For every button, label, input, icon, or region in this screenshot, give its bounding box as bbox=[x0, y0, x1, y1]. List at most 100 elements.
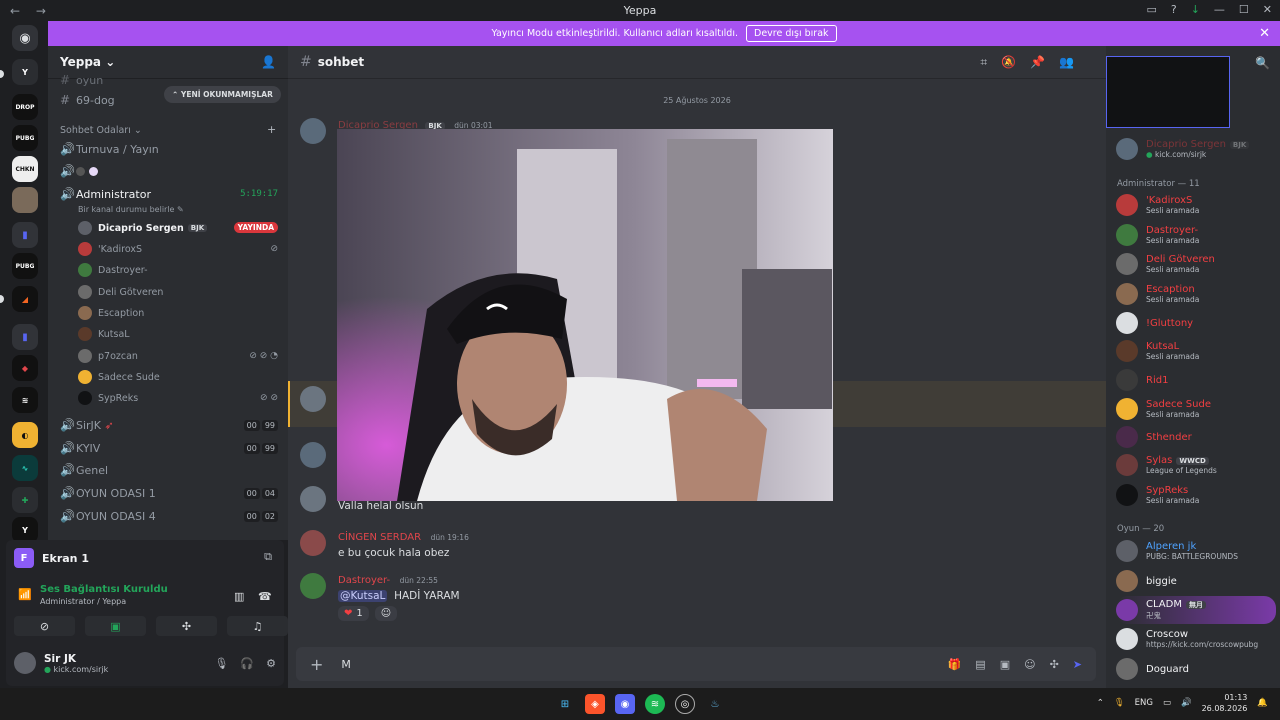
volume-icon[interactable]: 🔊 bbox=[1181, 698, 1192, 708]
soundboard-button[interactable]: ♫ bbox=[227, 616, 288, 636]
activities-button[interactable]: ✣ bbox=[156, 616, 217, 636]
mic-tray-icon[interactable]: 🎙 bbox=[1114, 698, 1125, 708]
member-item[interactable]: 'KadiroxS Sesli aramada bbox=[1116, 194, 1276, 216]
stream-preview[interactable] bbox=[1106, 56, 1230, 128]
server-pubg-icon[interactable]: PUBG bbox=[12, 253, 38, 279]
gift-icon[interactable]: 🎁 bbox=[948, 658, 962, 671]
message[interactable]: Valla helal olsun bbox=[300, 486, 423, 512]
message[interactable]: CİNGEN SERDAR dün 19:16 e bu çocuk hala … bbox=[300, 530, 469, 559]
member-item[interactable]: Deli Götveren Sesli aramada bbox=[1116, 253, 1276, 275]
discord-icon[interactable]: ◉ bbox=[615, 694, 635, 714]
sticker-icon[interactable]: ▣ bbox=[1000, 658, 1010, 671]
close-icon[interactable]: ✕ bbox=[1263, 3, 1272, 16]
channel-unnamed[interactable]: 🔊 bbox=[60, 161, 278, 181]
member-item[interactable]: KutsaL Sesli aramada bbox=[1116, 340, 1276, 362]
add-channel-icon[interactable]: + bbox=[267, 123, 276, 136]
screen-share-button[interactable]: ▣ bbox=[85, 616, 146, 636]
message-input[interactable]: M bbox=[341, 658, 351, 671]
member-item[interactable]: biggie bbox=[1116, 570, 1276, 592]
disable-button[interactable]: Devre dışı bırak bbox=[746, 25, 837, 42]
reaction-heart[interactable]: ❤ 1 bbox=[338, 606, 369, 621]
add-friend-icon[interactable]: 👤 bbox=[261, 55, 276, 69]
member-item[interactable]: Dicaprio Sergen BJK ● kick.com/sirjk bbox=[1116, 138, 1276, 160]
server-yeppa-icon[interactable]: Y bbox=[12, 59, 38, 85]
apps-icon[interactable]: ✣ bbox=[1050, 658, 1059, 671]
voice-user[interactable]: Sadece Sude bbox=[78, 367, 278, 387]
member-item[interactable]: Alperen jk PUBG: BATTLEGROUNDS bbox=[1116, 540, 1276, 562]
server-dropspots-icon[interactable]: DROP bbox=[12, 94, 38, 120]
server-teal-icon[interactable]: ∿ bbox=[12, 455, 38, 481]
obs-icon[interactable]: ◎ bbox=[675, 694, 695, 714]
channel-genel[interactable]: 🔊 Genel bbox=[60, 460, 278, 480]
tray-chevron-icon[interactable]: ⌃ bbox=[1097, 698, 1104, 708]
banner-close-icon[interactable]: ✕ bbox=[1259, 26, 1270, 41]
voice-user[interactable]: KutsaL bbox=[78, 324, 278, 344]
server-arrow-icon[interactable]: ◢ bbox=[12, 286, 38, 312]
channel-kyiv[interactable]: 🔊 KYIV 00 99 bbox=[60, 438, 278, 458]
home-icon[interactable]: ◉ bbox=[12, 25, 38, 51]
add-attachment-icon[interactable]: + bbox=[310, 655, 323, 674]
voice-user[interactable]: 'KadiroxS ⊘ bbox=[78, 239, 278, 259]
members-icon[interactable]: 👥 bbox=[1059, 55, 1074, 70]
channel-turnuva[interactable]: 🔊 Turnuva / Yayın bbox=[60, 139, 278, 159]
download-icon[interactable]: ↓ bbox=[1191, 3, 1200, 16]
emoji-icon[interactable]: ☺ bbox=[1024, 658, 1035, 671]
channel-oyun-odasi-1[interactable]: 🔊 OYUN ODASI 1 00 04 bbox=[60, 483, 278, 503]
voice-user[interactable]: Dastroyer- bbox=[78, 260, 278, 280]
folder-icon[interactable]: ▮ bbox=[12, 222, 38, 248]
windows-start-icon[interactable]: ⊞ bbox=[555, 694, 575, 714]
spotify-icon[interactable]: ≋ bbox=[645, 694, 665, 714]
server-chicken-icon[interactable]: CHKN bbox=[12, 156, 38, 182]
category-header[interactable]: Sohbet Odaları ⌄ bbox=[60, 125, 142, 136]
member-item[interactable]: Sylas WWCD League of Legends bbox=[1116, 454, 1276, 476]
member-item[interactable]: SypReks Sesli aramada bbox=[1116, 484, 1276, 506]
voice-user[interactable]: Escaption bbox=[78, 303, 278, 323]
server-cross-icon[interactable]: ✚ bbox=[12, 487, 38, 513]
new-unreads-pill[interactable]: ⌃ YENİ OKUNMAMIŞLAR bbox=[164, 86, 281, 103]
threads-icon[interactable]: ⌗ bbox=[980, 55, 987, 70]
server-wing-icon[interactable]: ≋ bbox=[12, 387, 38, 413]
member-item[interactable]: Dastroyer- Sesli aramada bbox=[1116, 224, 1276, 246]
brave-icon[interactable]: ◈ bbox=[585, 694, 605, 714]
language-indicator[interactable]: ENG bbox=[1135, 698, 1153, 708]
member-item[interactable]: Escaption Sesli aramada bbox=[1116, 283, 1276, 305]
message[interactable]: Dastroyer- dün 22:55 @KutsaL HADİ YARAM … bbox=[300, 573, 460, 621]
member-item[interactable]: Sadece Sude Sesli aramada bbox=[1116, 398, 1276, 420]
microphone-icon[interactable]: 🎙 bbox=[214, 657, 228, 670]
search-icon[interactable]: 🔍 bbox=[1255, 56, 1270, 70]
inbox-icon[interactable]: ▭ bbox=[1146, 3, 1156, 16]
noise-icon[interactable]: ▥ bbox=[234, 590, 244, 603]
network-icon[interactable]: ▭ bbox=[1163, 698, 1171, 708]
disconnect-icon[interactable]: ☎ bbox=[258, 590, 272, 603]
member-item[interactable]: !Gluttony bbox=[1116, 312, 1276, 334]
minimize-icon[interactable]: — bbox=[1214, 3, 1225, 16]
notification-icon[interactable]: 🔔 bbox=[1257, 698, 1268, 708]
channel-sirjk[interactable]: 🔊 SirJK ➶ 00 99 bbox=[60, 415, 278, 435]
voice-user[interactable]: Dicaprio Sergen BJK YAYINDA bbox=[78, 218, 278, 238]
member-item[interactable]: Croscow https://kick.com/croscowpubg bbox=[1116, 628, 1276, 650]
user-mention[interactable]: @KutsaL bbox=[338, 590, 388, 602]
current-user[interactable]: Sir JK ● kick.com/sirjk 🎙 🎧 ⚙ bbox=[14, 652, 276, 674]
server-yellow-icon[interactable]: ◐ bbox=[12, 422, 38, 448]
channel-status[interactable]: Bir kanal durumu belirle ✎ bbox=[78, 199, 278, 219]
member-item[interactable]: CLADM 無月 卍鬼 bbox=[1116, 596, 1276, 624]
help-icon[interactable]: ? bbox=[1171, 3, 1177, 16]
server-cube-icon[interactable]: ◆ bbox=[12, 355, 38, 381]
message[interactable] bbox=[300, 442, 338, 468]
notifications-icon[interactable]: 🔕 bbox=[1001, 55, 1016, 70]
channel-oyun-odasi-4[interactable]: 🔊 OYUN ODASI 4 00 02 bbox=[60, 506, 278, 526]
message-composer[interactable]: + M 🎁 ▤ ▣ ☺ ✣ ➤ bbox=[296, 647, 1096, 681]
screen-share-panel[interactable]: F Ekran 1 bbox=[14, 548, 89, 568]
webcam-image[interactable] bbox=[337, 129, 833, 501]
server-pubg-esports-icon[interactable]: PUBG bbox=[12, 125, 38, 151]
member-item[interactable]: Sthender bbox=[1116, 426, 1276, 448]
voice-location[interactable]: Administrator / Yeppa bbox=[40, 597, 168, 606]
headphones-icon[interactable]: 🎧 bbox=[240, 657, 254, 670]
folder-icon[interactable]: ▮ bbox=[12, 324, 38, 350]
steam-icon[interactable]: ♨ bbox=[705, 694, 725, 714]
settings-gear-icon[interactable]: ⚙ bbox=[266, 657, 276, 670]
message[interactable] bbox=[300, 386, 338, 412]
voice-user[interactable]: p7ozcan ⊘ ⊘ ◔ bbox=[78, 346, 278, 366]
server-dog-icon[interactable] bbox=[12, 187, 38, 213]
clock[interactable]: 01:13 26.08.2026 bbox=[1202, 692, 1248, 714]
